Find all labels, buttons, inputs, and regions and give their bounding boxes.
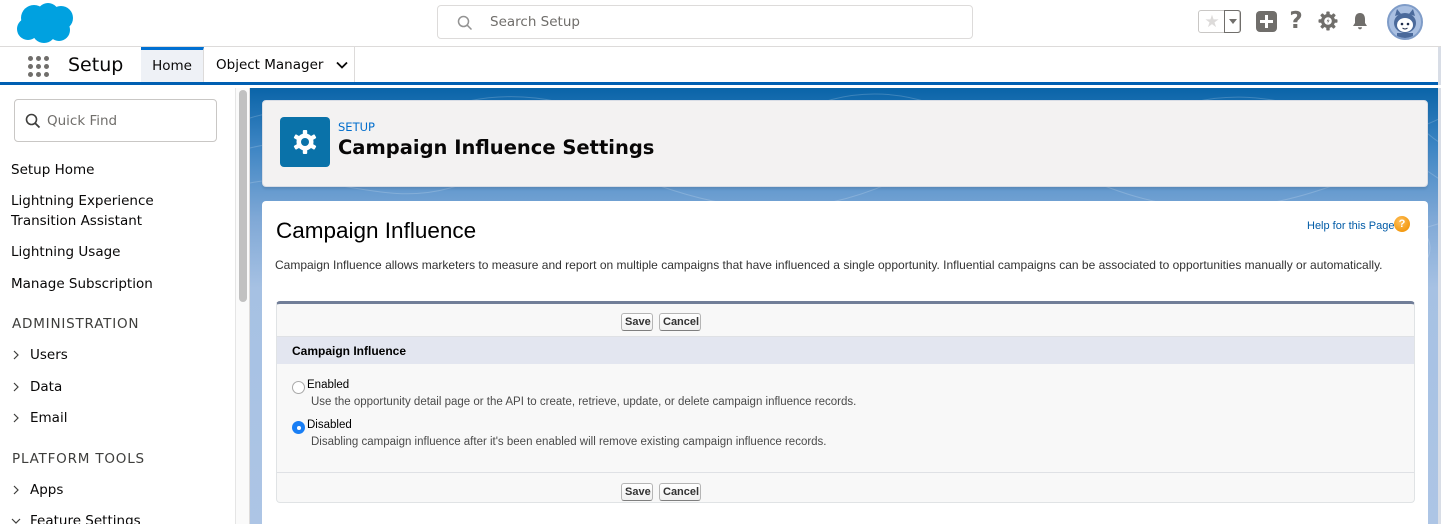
settings-block: Save Cancel Campaign Influence Enabled U… xyxy=(276,301,1415,503)
cancel-button-bottom[interactable]: Cancel xyxy=(659,483,701,501)
help-question-icon[interactable]: ? xyxy=(1394,216,1410,232)
chevron-down-icon[interactable] xyxy=(335,58,349,72)
user-avatar[interactable] xyxy=(1387,4,1423,40)
sidebar-item-lightning-experience-transition-assistant[interactable]: Lightning Experience Transition Assistan… xyxy=(11,191,211,231)
enabled-label[interactable]: Enabled xyxy=(307,379,349,391)
sidebar-heading-platform-tools: PLATFORM TOOLS xyxy=(12,451,145,467)
sidebar-item-setup-home[interactable]: Setup Home xyxy=(11,160,211,180)
global-search[interactable] xyxy=(437,5,973,39)
page-header: SETUP Campaign Influence Settings xyxy=(262,100,1428,187)
question-icon[interactable]: ? xyxy=(1285,8,1307,34)
sidebar-item-label: Data xyxy=(30,379,63,395)
page-title: Campaign Influence Settings xyxy=(338,136,655,159)
breadcrumb-setup[interactable]: SETUP xyxy=(338,120,375,134)
avatar-icon xyxy=(1394,9,1416,38)
chevron-right-icon xyxy=(13,413,19,423)
bell-icon[interactable] xyxy=(1349,10,1371,32)
content-card: Campaign Influence Help for this Page ? … xyxy=(262,201,1428,524)
page-header-gear-icon xyxy=(280,117,330,167)
disabled-radio[interactable] xyxy=(292,421,305,434)
save-button-top[interactable]: Save xyxy=(621,313,653,331)
content-title: Campaign Influence xyxy=(276,218,477,243)
search-icon xyxy=(25,113,41,129)
sidebar-item-manage-subscription[interactable]: Manage Subscription xyxy=(11,274,211,294)
sidebar-item-label: Feature Settings xyxy=(30,513,141,524)
search-setup-input[interactable] xyxy=(490,6,960,38)
tab-object-manager[interactable]: Object Manager xyxy=(204,47,355,82)
section-header: Campaign Influence xyxy=(277,336,1414,364)
chevron-down-icon xyxy=(11,518,21,524)
search-icon xyxy=(457,15,473,31)
plus-icon[interactable] xyxy=(1256,11,1277,32)
tab-home-label: Home xyxy=(152,58,192,74)
quick-find[interactable] xyxy=(14,99,217,142)
favorites-group: ★ xyxy=(1198,10,1241,33)
sidebar-item-label: Users xyxy=(30,347,68,363)
sidebar-scrollbar-thumb[interactable] xyxy=(239,90,247,302)
option-enabled[interactable]: Enabled xyxy=(292,376,349,394)
save-button-bottom[interactable]: Save xyxy=(621,483,653,501)
disabled-label[interactable]: Disabled xyxy=(307,419,352,431)
sidebar-item-label: Apps xyxy=(30,482,64,498)
sidebar-item-lightning-usage[interactable]: Lightning Usage xyxy=(11,242,211,262)
app-launcher-grid-icon[interactable] xyxy=(28,56,50,78)
sidebar-item-feature-settings[interactable]: Feature Settings xyxy=(11,513,141,524)
gear-icon[interactable] xyxy=(1317,10,1339,32)
sidebar-item-label: Email xyxy=(30,410,68,426)
chevron-right-icon xyxy=(13,382,19,392)
cancel-button-top[interactable]: Cancel xyxy=(659,313,701,331)
sidebar-scrollbar[interactable] xyxy=(235,88,249,524)
tab-object-manager-label: Object Manager xyxy=(216,56,324,73)
disabled-help-text: Disabling campaign influence after it's … xyxy=(311,436,827,448)
chevron-right-icon xyxy=(13,485,19,495)
favorites-dropdown-button[interactable] xyxy=(1224,10,1241,33)
help-for-this-page-link[interactable]: Help for this Page xyxy=(1307,220,1394,232)
divider xyxy=(277,472,1414,473)
sidebar-heading-administration: ADMINISTRATION xyxy=(12,316,140,332)
sidebar-item-apps[interactable]: Apps xyxy=(11,482,63,498)
bottom-button-row: Save Cancel xyxy=(277,479,1414,509)
content-description: Campaign Influence allows marketers to m… xyxy=(275,258,1383,272)
section-title: Campaign Influence xyxy=(292,344,407,358)
chevron-right-icon xyxy=(13,350,19,360)
context-bar: Setup Home Object Manager xyxy=(0,47,1441,85)
option-disabled[interactable]: Disabled xyxy=(292,416,352,434)
star-icon[interactable]: ★ xyxy=(1201,12,1223,32)
enabled-help-text: Use the opportunity detail page or the A… xyxy=(311,396,857,408)
enabled-radio[interactable] xyxy=(292,381,305,394)
global-header: ★ ? xyxy=(0,0,1441,47)
salesforce-logo[interactable] xyxy=(14,2,76,44)
tab-home[interactable]: Home xyxy=(141,47,204,82)
sidebar-item-data[interactable]: Data xyxy=(11,379,62,395)
sidebar-item-users[interactable]: Users xyxy=(11,347,68,363)
app-name: Setup xyxy=(68,54,124,76)
sidebar-item-email[interactable]: Email xyxy=(11,410,67,426)
quick-find-input[interactable] xyxy=(47,100,212,141)
top-button-row: Save Cancel xyxy=(277,309,1414,339)
setup-sidebar: Setup Home Lightning Experience Transiti… xyxy=(0,88,250,524)
